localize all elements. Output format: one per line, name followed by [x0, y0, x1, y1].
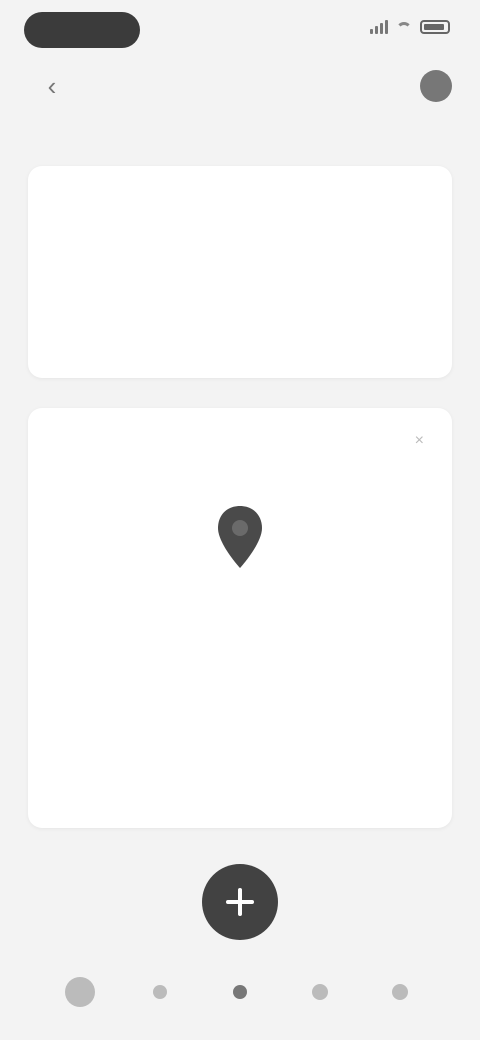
bottom-nav — [0, 944, 480, 1040]
app-screen: ‹ × — [0, 0, 480, 1040]
list-icon — [312, 984, 328, 1000]
avatar[interactable] — [420, 70, 452, 102]
battery-icon — [420, 20, 450, 34]
nav-item-search[interactable] — [132, 964, 188, 1020]
status-icons — [370, 20, 450, 34]
home-icon — [65, 977, 95, 1007]
nav-item-profile[interactable] — [372, 964, 428, 1020]
status-time-pill — [24, 12, 140, 48]
wifi-icon — [396, 21, 412, 33]
add-button[interactable] — [202, 864, 278, 940]
app-header: ‹ — [0, 62, 480, 114]
location-pin-icon — [218, 506, 262, 568]
map-icon — [233, 985, 247, 999]
profile-icon — [392, 984, 408, 1000]
signal-icon — [370, 20, 388, 34]
search-icon — [153, 985, 167, 999]
back-button[interactable]: ‹ — [38, 72, 66, 100]
empty-state-card: × — [28, 408, 452, 828]
reminder-card[interactable] — [28, 166, 452, 378]
status-bar — [0, 0, 480, 62]
nav-item-list[interactable] — [292, 964, 348, 1020]
close-icon[interactable]: × — [415, 432, 424, 450]
nav-item-map[interactable] — [212, 964, 268, 1020]
nav-item-home[interactable] — [52, 964, 108, 1020]
